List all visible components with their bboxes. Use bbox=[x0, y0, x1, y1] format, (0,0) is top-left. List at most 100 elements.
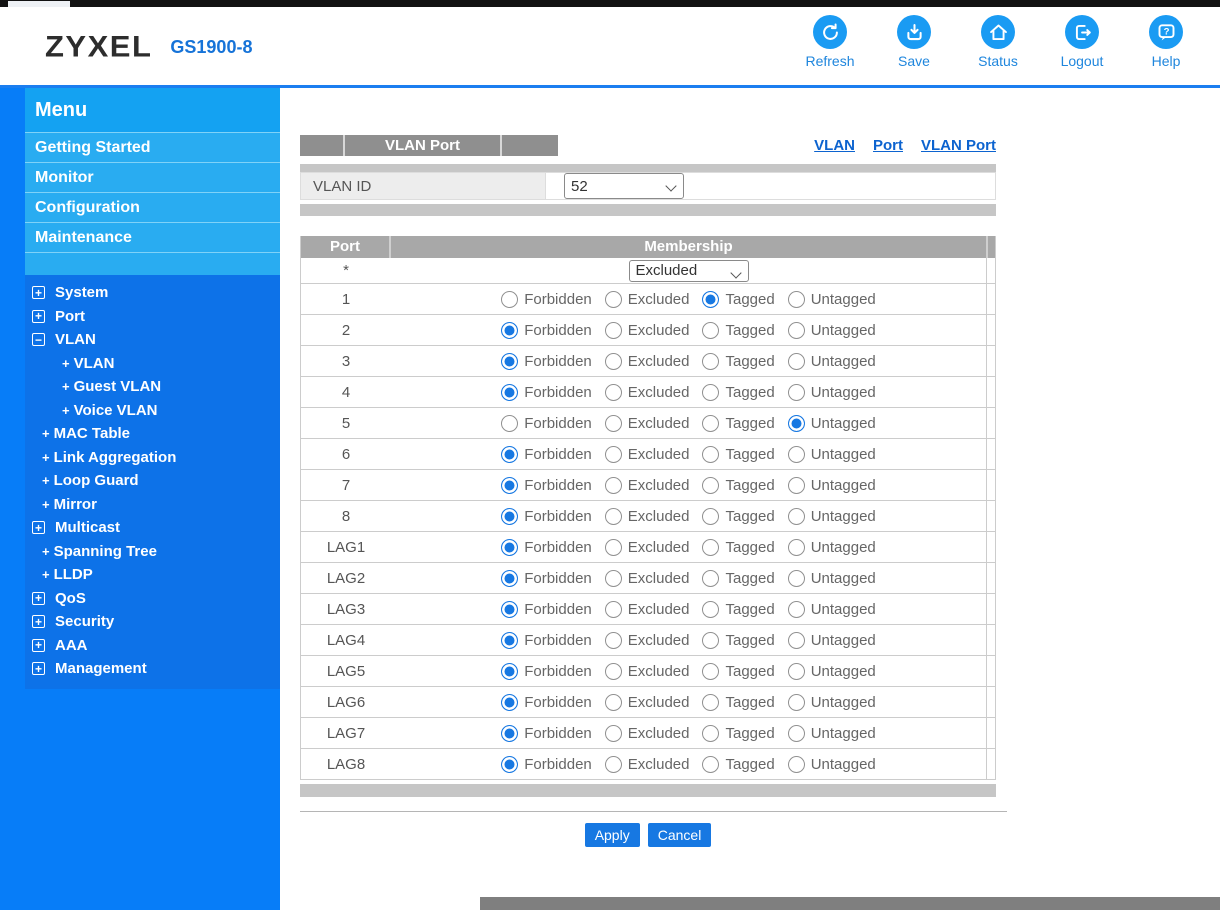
membership-option-excluded[interactable]: Excluded bbox=[605, 508, 690, 525]
membership-option-tagged[interactable]: Tagged bbox=[702, 694, 774, 711]
forbidden-radio[interactable] bbox=[501, 477, 518, 494]
untagged-radio[interactable] bbox=[788, 663, 805, 680]
expand-icon[interactable]: + bbox=[32, 639, 45, 652]
expand-icon[interactable]: + bbox=[32, 310, 45, 323]
membership-option-tagged[interactable]: Tagged bbox=[702, 291, 774, 308]
excluded-radio[interactable] bbox=[605, 322, 622, 339]
membership-option-tagged[interactable]: Tagged bbox=[702, 570, 774, 587]
membership-option-untagged[interactable]: Untagged bbox=[788, 415, 876, 432]
forbidden-radio[interactable] bbox=[501, 384, 518, 401]
membership-option-untagged[interactable]: Untagged bbox=[788, 446, 876, 463]
membership-option-excluded[interactable]: Excluded bbox=[605, 291, 690, 308]
tagged-radio[interactable] bbox=[702, 756, 719, 773]
tagged-radio[interactable] bbox=[702, 384, 719, 401]
membership-option-forbidden[interactable]: Forbidden bbox=[501, 384, 592, 401]
membership-option-untagged[interactable]: Untagged bbox=[788, 694, 876, 711]
membership-option-untagged[interactable]: Untagged bbox=[788, 508, 876, 525]
membership-option-forbidden[interactable]: Forbidden bbox=[501, 570, 592, 587]
membership-option-tagged[interactable]: Tagged bbox=[702, 415, 774, 432]
membership-option-excluded[interactable]: Excluded bbox=[605, 384, 690, 401]
membership-option-forbidden[interactable]: Forbidden bbox=[501, 601, 592, 618]
save-button[interactable]: Save bbox=[886, 15, 942, 69]
status-button[interactable]: Status bbox=[970, 15, 1026, 69]
tree-item-loop-guard[interactable]: +Loop Guard bbox=[25, 469, 280, 493]
expand-icon[interactable]: + bbox=[32, 286, 45, 299]
forbidden-radio[interactable] bbox=[501, 632, 518, 649]
untagged-radio[interactable] bbox=[788, 446, 805, 463]
membership-option-tagged[interactable]: Tagged bbox=[702, 539, 774, 556]
excluded-radio[interactable] bbox=[605, 570, 622, 587]
excluded-radio[interactable] bbox=[605, 694, 622, 711]
forbidden-radio[interactable] bbox=[501, 570, 518, 587]
excluded-radio[interactable] bbox=[605, 415, 622, 432]
tree-item-mirror[interactable]: +Mirror bbox=[25, 493, 280, 517]
excluded-radio[interactable] bbox=[605, 477, 622, 494]
membership-option-tagged[interactable]: Tagged bbox=[702, 508, 774, 525]
membership-option-excluded[interactable]: Excluded bbox=[605, 725, 690, 742]
membership-option-excluded[interactable]: Excluded bbox=[605, 353, 690, 370]
forbidden-radio[interactable] bbox=[501, 353, 518, 370]
tagged-radio[interactable] bbox=[702, 601, 719, 618]
membership-option-excluded[interactable]: Excluded bbox=[605, 756, 690, 773]
excluded-radio[interactable] bbox=[605, 725, 622, 742]
expand-icon[interactable]: + bbox=[32, 521, 45, 534]
membership-option-tagged[interactable]: Tagged bbox=[702, 353, 774, 370]
forbidden-radio[interactable] bbox=[501, 601, 518, 618]
apply-button[interactable]: Apply bbox=[585, 823, 640, 847]
membership-option-forbidden[interactable]: Forbidden bbox=[501, 725, 592, 742]
tree-subitem-voice-vlan[interactable]: +Voice VLAN bbox=[25, 399, 280, 423]
untagged-radio[interactable] bbox=[788, 756, 805, 773]
help-button[interactable]: ?Help bbox=[1138, 15, 1194, 69]
tagged-radio[interactable] bbox=[702, 663, 719, 680]
excluded-radio[interactable] bbox=[605, 539, 622, 556]
tagged-radio[interactable] bbox=[702, 632, 719, 649]
forbidden-radio[interactable] bbox=[501, 694, 518, 711]
untagged-radio[interactable] bbox=[788, 632, 805, 649]
untagged-radio[interactable] bbox=[788, 291, 805, 308]
membership-option-excluded[interactable]: Excluded bbox=[605, 694, 690, 711]
tree-item-lldp[interactable]: +LLDP bbox=[25, 563, 280, 587]
membership-option-tagged[interactable]: Tagged bbox=[702, 322, 774, 339]
membership-option-untagged[interactable]: Untagged bbox=[788, 384, 876, 401]
membership-option-excluded[interactable]: Excluded bbox=[605, 663, 690, 680]
forbidden-radio[interactable] bbox=[501, 291, 518, 308]
vlan-id-select[interactable]: 52 bbox=[564, 173, 684, 199]
excluded-radio[interactable] bbox=[605, 632, 622, 649]
tree-item-vlan[interactable]: −VLAN bbox=[25, 328, 280, 352]
forbidden-radio[interactable] bbox=[501, 725, 518, 742]
tagged-radio[interactable] bbox=[702, 508, 719, 525]
sidebar-item-getting-started[interactable]: Getting Started bbox=[25, 132, 280, 162]
forbidden-radio[interactable] bbox=[501, 756, 518, 773]
membership-option-forbidden[interactable]: Forbidden bbox=[501, 508, 592, 525]
membership-option-forbidden[interactable]: Forbidden bbox=[501, 632, 592, 649]
link-vlan-port[interactable]: VLAN Port bbox=[921, 137, 996, 154]
link-port[interactable]: Port bbox=[873, 137, 903, 154]
excluded-radio[interactable] bbox=[605, 601, 622, 618]
excluded-radio[interactable] bbox=[605, 384, 622, 401]
expand-icon[interactable]: + bbox=[32, 662, 45, 675]
membership-option-tagged[interactable]: Tagged bbox=[702, 446, 774, 463]
tree-item-aaa[interactable]: +AAA bbox=[25, 634, 280, 658]
membership-option-forbidden[interactable]: Forbidden bbox=[501, 446, 592, 463]
membership-option-untagged[interactable]: Untagged bbox=[788, 756, 876, 773]
membership-option-forbidden[interactable]: Forbidden bbox=[501, 415, 592, 432]
tree-item-port[interactable]: +Port bbox=[25, 305, 280, 329]
untagged-radio[interactable] bbox=[788, 322, 805, 339]
membership-option-excluded[interactable]: Excluded bbox=[605, 632, 690, 649]
membership-option-tagged[interactable]: Tagged bbox=[702, 632, 774, 649]
tree-item-qos[interactable]: +QoS bbox=[25, 587, 280, 611]
untagged-radio[interactable] bbox=[788, 353, 805, 370]
tree-item-multicast[interactable]: +Multicast bbox=[25, 516, 280, 540]
untagged-radio[interactable] bbox=[788, 694, 805, 711]
sidebar-item-configuration[interactable]: Configuration bbox=[25, 192, 280, 222]
membership-option-tagged[interactable]: Tagged bbox=[702, 601, 774, 618]
tree-item-system[interactable]: +System bbox=[25, 281, 280, 305]
membership-option-untagged[interactable]: Untagged bbox=[788, 539, 876, 556]
tagged-radio[interactable] bbox=[702, 570, 719, 587]
tagged-radio[interactable] bbox=[702, 446, 719, 463]
excluded-radio[interactable] bbox=[605, 446, 622, 463]
untagged-radio[interactable] bbox=[788, 477, 805, 494]
tree-subitem-vlan[interactable]: +VLAN bbox=[25, 352, 280, 376]
forbidden-radio[interactable] bbox=[501, 322, 518, 339]
membership-option-tagged[interactable]: Tagged bbox=[702, 756, 774, 773]
